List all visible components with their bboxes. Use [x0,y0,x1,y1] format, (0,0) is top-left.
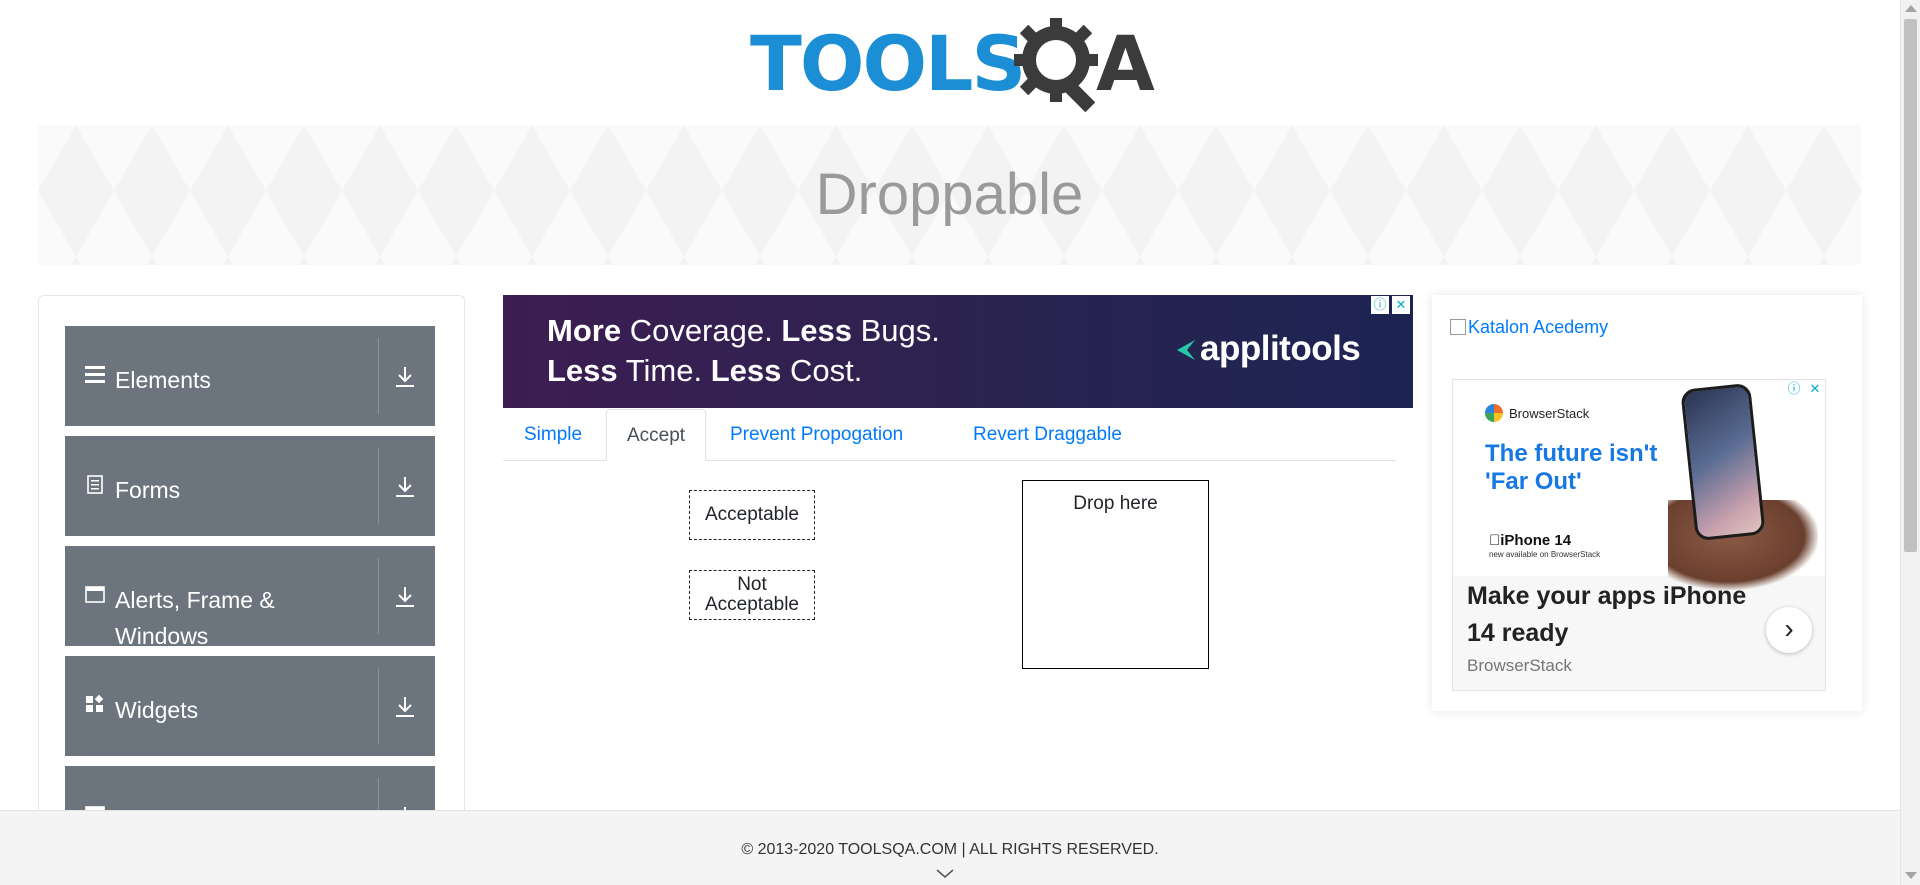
sidebar-group-interactions[interactable]: Interactions [65,766,435,814]
sidebar-group-label: Forms [115,477,181,503]
toolsqa-logo[interactable]: TOOLS A [750,16,1155,116]
iphone-label: iPhone 14 [1489,532,1571,549]
not-acceptable-draggable[interactable]: Not Acceptable [689,570,815,620]
browserstack-logo: BrowserStack [1485,404,1589,422]
footer-copyright: © 2013-2020 TOOLSQA.COM | ALL RIGHTS RES… [741,841,1159,858]
phone-image [1680,382,1766,542]
tab-prevent-propogation[interactable]: Prevent Propogation [710,409,923,461]
sidebar-group-alerts[interactable]: Alerts, Frame & Windows [65,546,435,649]
gear-magnifier-icon [1014,18,1098,112]
right-ad-panel: Katalon Acedemy BrowserStack The future … [1432,295,1862,711]
divider [378,668,379,744]
chevron-right-icon[interactable]: › [1766,607,1812,653]
chevron-down-icon[interactable] [936,869,954,879]
sidebar-group-elements[interactable]: Elements [65,326,435,426]
browserstack-ad[interactable]: BrowserStack The future isn't 'Far Out' … [1452,379,1826,691]
left-sidebar: Elements Forms Alerts, Frame & Windows W… [38,295,465,815]
scroll-thumb[interactable] [1904,19,1917,552]
applitools-ad[interactable]: More Coverage. Less Bugs. Less Time. Les… [503,295,1413,408]
widgets-icon [85,694,105,714]
ad-title: Make your apps iPhone 14 ready [1467,582,1747,647]
broken-image-icon [1450,319,1466,335]
logo-a: A [1096,19,1155,108]
ad-line-2: Less Time. Less Cost. [547,353,863,388]
scroll-up-arrow-icon[interactable] [1905,5,1917,12]
adchoices-info-icon[interactable]: ⓘ [1785,380,1803,398]
logo-text: TOOLS [750,19,1026,108]
download-icon[interactable] [395,476,415,498]
page-banner: Droppable [38,125,1861,265]
page-title: Droppable [815,162,1084,227]
tab-accept[interactable]: Accept [606,409,707,461]
hamburger-icon [85,364,105,384]
katalon-ad-image[interactable]: Katalon Acedemy [1450,317,1608,338]
download-icon[interactable] [395,586,415,608]
divider [378,338,379,414]
adchoices-info-icon[interactable]: ⓘ [1371,296,1389,314]
sidebar-group-label: Widgets [115,697,199,723]
ad-hero: BrowserStack The future isn't 'Far Out' … [1453,380,1825,590]
page-scrollbar[interactable] [1900,0,1920,885]
applitools-brand: applitools [1200,329,1361,368]
download-icon[interactable] [395,366,415,388]
applitools-mark-icon [1177,340,1195,360]
apple-icon:  [1489,532,1500,549]
document-icon [85,474,105,494]
ad-fineprint: new available on BrowserStack [1489,550,1601,559]
sidebar-group-label: Alerts, Frame & Windows [115,587,275,649]
scroll-down-arrow-icon[interactable] [1905,872,1917,879]
ad-headline: The future isn't 'Far Out' [1485,440,1658,495]
acceptable-draggable[interactable]: Acceptable [689,490,815,540]
tab-simple[interactable]: Simple [504,409,602,461]
sidebar-group-label: Elements [115,367,211,393]
download-icon[interactable] [395,696,415,718]
ad-close-icon[interactable]: ✕ [1392,296,1410,314]
footer: © 2013-2020 TOOLSQA.COM | ALL RIGHTS RES… [0,810,1900,885]
sidebar-group-widgets[interactable]: Widgets [65,656,435,756]
browserstack-logo-icon [1485,404,1503,422]
ad-line-1: More Coverage. Less Bugs. [547,313,940,348]
divider [378,558,379,634]
ad-close-icon[interactable]: ✕ [1806,380,1824,398]
window-icon [85,584,105,604]
ad-advertiser: BrowserStack [1467,656,1572,675]
droppable-tabs: Simple Accept Prevent Propogation Revert… [503,409,1396,461]
divider [378,448,379,524]
tab-revert-draggable[interactable]: Revert Draggable [953,409,1142,461]
drop-target[interactable]: Drop here [1022,480,1209,669]
sidebar-group-forms[interactable]: Forms [65,436,435,536]
